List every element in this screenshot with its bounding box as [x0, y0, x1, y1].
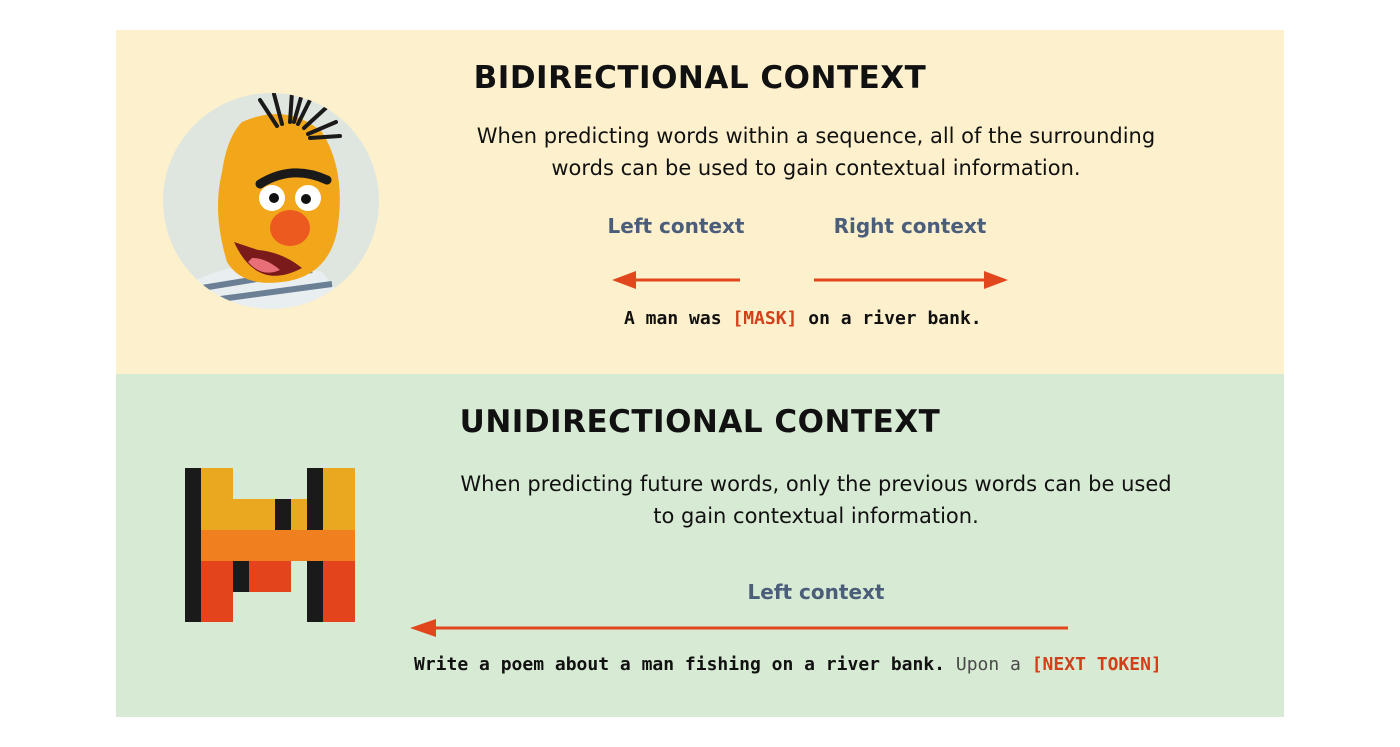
next-token: [NEXT TOKEN]	[1031, 654, 1162, 675]
left-context-label-uni: Left context	[747, 580, 885, 604]
right-context-label: Right context	[833, 214, 987, 238]
left-arrow-icon	[612, 271, 740, 289]
bidirectional-description-line1: When predicting words within a sequence,…	[476, 124, 1156, 148]
left-context-label: Left context	[607, 214, 745, 238]
bert-avatar-icon	[163, 93, 379, 309]
unidirectional-description-line1: When predicting future words, only the p…	[460, 472, 1172, 496]
unidirectional-description-line2: to gain contextual information.	[653, 504, 979, 528]
sentence-after: on a river bank.	[797, 308, 982, 329]
unidirectional-title: UNIDIRECTIONAL CONTEXT	[459, 404, 941, 440]
masked-sentence: A man was [MASK] on a river bank.	[624, 308, 982, 329]
bidirectional-panel: BIDIRECTIONAL CONTEXT When predicting wo…	[116, 30, 1284, 374]
left-arrow-uni-icon	[410, 619, 1068, 637]
bidirectional-title: BIDIRECTIONAL CONTEXT	[473, 60, 927, 96]
mask-token: [MASK]	[732, 308, 798, 329]
prompt-sentence: Write a poem about a man fishing on a ri…	[414, 654, 1162, 675]
unidirectional-panel: UNIDIRECTIONAL CONTEXT When predicting f…	[116, 374, 1284, 717]
sentence-before: A man was	[624, 308, 733, 329]
unidirectional-description: When predicting future words, only the p…	[386, 468, 1246, 532]
bidirectional-description-line2: words can be used to gain contextual inf…	[551, 156, 1081, 180]
mistral-logo-icon	[185, 468, 355, 622]
sentence-prompt: Write a poem about a man fishing on a ri…	[414, 654, 946, 675]
sentence-continuation: Upon a	[945, 654, 1032, 675]
bidirectional-description: When predicting words within a sequence,…	[386, 120, 1246, 184]
right-arrow-icon	[814, 271, 1008, 289]
